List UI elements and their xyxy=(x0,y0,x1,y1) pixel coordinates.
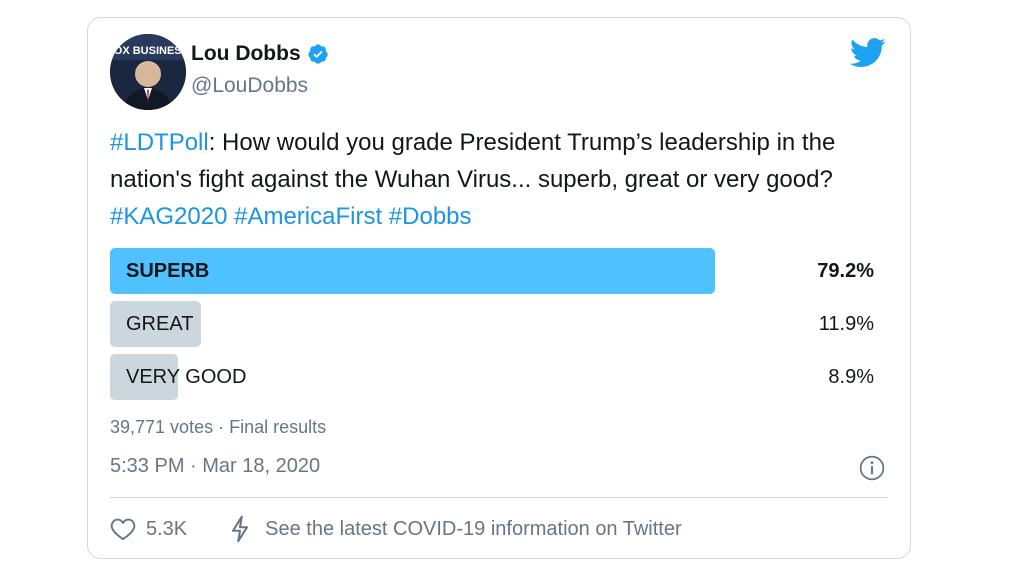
tweet-text-segment: : How would you grade President Trump’s … xyxy=(110,129,836,193)
poll-option-percent: 11.9% xyxy=(818,313,874,335)
verified-badge-icon xyxy=(308,44,328,64)
info-icon[interactable] xyxy=(859,455,885,481)
author-name[interactable]: Lou Dobbs xyxy=(191,42,301,66)
divider xyxy=(110,497,888,498)
poll-option-percent: 79.2% xyxy=(817,260,874,282)
avatar-logo-text: FOX BUSINESS xyxy=(110,45,186,57)
poll-option-great: GREAT 11.9% xyxy=(110,301,874,347)
twitter-bird-icon[interactable] xyxy=(850,38,886,68)
poll-option-label: VERY GOOD xyxy=(126,366,247,388)
tweet-card: FOX BUSINESS Lou Dobbs @LouDobbs #LDTPol… xyxy=(87,17,911,559)
lightning-icon xyxy=(232,515,249,543)
hashtag-link[interactable]: #AmericaFirst xyxy=(234,203,382,230)
tweet-text-segment xyxy=(382,203,389,230)
tweet-timestamp[interactable]: 5:33 PM · Mar 18, 2020 xyxy=(110,455,320,478)
poll-option-percent: 8.9% xyxy=(828,366,874,388)
poll-option-label: GREAT xyxy=(126,313,194,335)
poll-option-label: SUPERB xyxy=(126,260,210,282)
like-count: 5.3K xyxy=(146,517,188,540)
author-handle[interactable]: @LouDobbs xyxy=(191,74,308,98)
covid-info-text: See the latest COVID-19 information on T… xyxy=(265,517,682,540)
heart-icon xyxy=(110,518,136,541)
avatar[interactable]: FOX BUSINESS xyxy=(110,34,186,110)
poll: SUPERB 79.2% GREAT 11.9% VERY GOOD 8.9% xyxy=(110,248,874,407)
poll-option-very-good: VERY GOOD 8.9% xyxy=(110,354,874,400)
author-name-row: Lou Dobbs xyxy=(191,42,329,66)
hashtag-link[interactable]: #LDTPoll xyxy=(110,129,209,156)
like-button[interactable]: 5.3K xyxy=(110,517,187,541)
poll-option-superb: SUPERB 79.2% xyxy=(110,248,874,294)
hashtag-link[interactable]: #Dobbs xyxy=(389,203,472,230)
hashtag-link[interactable]: #KAG2020 xyxy=(110,203,227,230)
covid-info-link[interactable]: See the latest COVID-19 information on T… xyxy=(229,515,682,543)
tweet-text: #LDTPoll: How would you grade President … xyxy=(110,124,900,235)
poll-meta: 39,771 votes · Final results xyxy=(110,417,327,437)
action-bar: 5.3K See the latest COVID-19 information… xyxy=(110,514,682,544)
